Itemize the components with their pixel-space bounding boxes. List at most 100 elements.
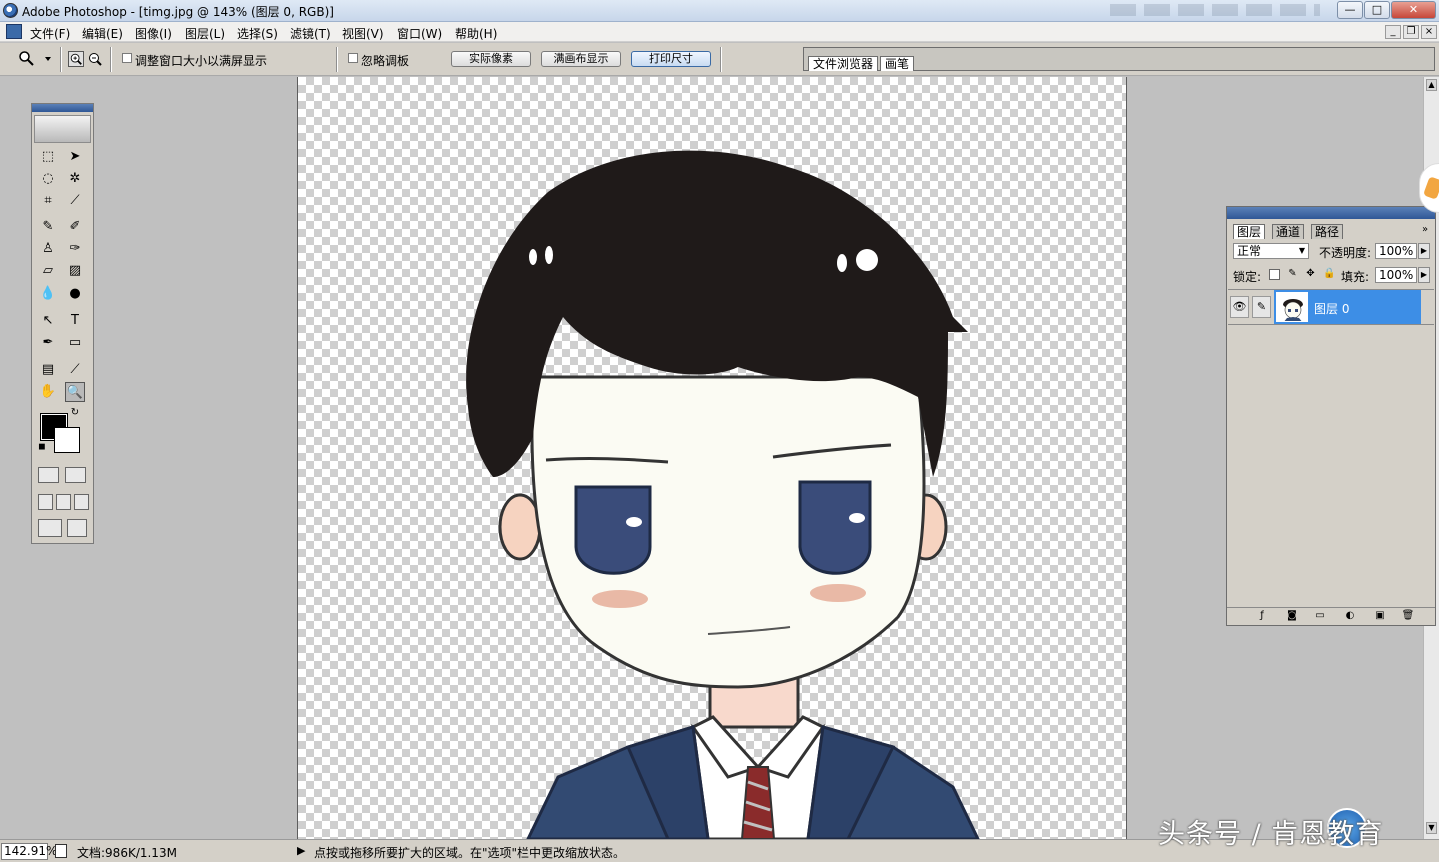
standard-mode-button[interactable] xyxy=(38,467,59,483)
opacity-slider-arrow-icon[interactable]: ▶ xyxy=(1418,243,1430,259)
layer-thumbnail[interactable] xyxy=(1276,292,1308,322)
zoom-level-input[interactable]: 142.91% xyxy=(1,843,57,860)
zoom-tool-icon[interactable] xyxy=(18,50,34,66)
layers-palette-title-bar[interactable] xyxy=(1227,207,1435,219)
menu-bar: 文件(F) 编辑(E) 图像(I) 图层(L) 选择(S) 滤镜(T) 视图(V… xyxy=(0,22,1439,42)
scroll-up-icon[interactable]: ▲ xyxy=(1426,79,1437,91)
move-tool-icon[interactable]: ➤ xyxy=(65,147,85,167)
print-size-button[interactable]: 打印尺寸 xyxy=(631,51,711,67)
healing-brush-tool-icon[interactable]: ✎ xyxy=(38,217,58,237)
brush-tool-icon[interactable]: ✐ xyxy=(65,217,85,237)
layers-palette: 图层 通道 路径 » 正常 ▼ 不透明度: 100% ▶ 锁定: ✎ ✥ 🔒 填充… xyxy=(1226,206,1436,626)
visibility-eye-icon[interactable]: 👁 xyxy=(1230,296,1249,318)
tool-preset-dropdown-icon[interactable] xyxy=(44,56,52,62)
menu-layer[interactable]: 图层(L) xyxy=(185,25,225,42)
status-menu-arrow-icon[interactable]: ▶ xyxy=(297,844,305,857)
new-set-icon[interactable]: ▭ xyxy=(1313,610,1327,623)
menu-view[interactable]: 视图(V) xyxy=(342,25,384,42)
zoom-tool-selected-icon[interactable]: 🔍 xyxy=(65,382,85,402)
menu-image[interactable]: 图像(I) xyxy=(135,25,172,42)
layer-style-icon[interactable]: ƒ xyxy=(1255,610,1269,623)
lock-pixels-icon[interactable]: ✎ xyxy=(1287,269,1298,280)
photoshop-app-icon xyxy=(3,3,18,18)
hand-tool-icon[interactable]: ✋ xyxy=(38,382,58,402)
maximize-button[interactable]: □ xyxy=(1364,1,1390,19)
document-info-icon[interactable] xyxy=(55,844,67,858)
menu-window[interactable]: 窗口(W) xyxy=(397,25,442,42)
menu-edit[interactable]: 编辑(E) xyxy=(82,25,123,42)
pen-tool-icon[interactable]: ✒ xyxy=(38,333,58,353)
fill-input[interactable]: 100% xyxy=(1375,267,1417,283)
palette-menu-icon[interactable]: » xyxy=(1422,224,1428,235)
jump-to-imageready-button[interactable] xyxy=(38,519,62,537)
history-brush-tool-icon[interactable]: ✑ xyxy=(65,239,85,259)
lock-all-icon[interactable]: 🔒 xyxy=(1323,269,1335,280)
adjustment-layer-icon[interactable]: ◐ xyxy=(1343,610,1357,623)
actual-pixels-button[interactable]: 实际像素 xyxy=(451,51,531,67)
marquee-tool-icon[interactable]: ⬚ xyxy=(38,147,58,167)
eyedropper-tool-icon[interactable]: ⟋ xyxy=(65,360,85,380)
tab-channels[interactable]: 通道 xyxy=(1272,224,1305,239)
delete-layer-icon[interactable]: 🗑 xyxy=(1401,610,1415,623)
close-button[interactable]: ✕ xyxy=(1391,1,1436,19)
dodge-tool-icon[interactable]: ● xyxy=(65,284,85,304)
clone-stamp-tool-icon[interactable]: ♙ xyxy=(38,239,58,259)
swap-colors-icon[interactable]: ↻ xyxy=(68,406,82,420)
resize-window-checkbox[interactable] xyxy=(122,53,132,63)
palette-well: 文件浏览器 画笔 xyxy=(803,47,1435,71)
document-canvas[interactable] xyxy=(297,77,1127,839)
menu-file[interactable]: 文件(F) xyxy=(30,25,70,42)
add-mask-icon[interactable]: ◙ xyxy=(1285,610,1299,623)
opacity-label: 不透明度: xyxy=(1319,246,1372,260)
eraser-tool-icon[interactable]: ▱ xyxy=(38,261,58,281)
title-bar: Adobe Photoshop - [timg.jpg @ 143% (图层 0… xyxy=(0,0,1439,22)
opacity-input[interactable]: 100% xyxy=(1375,243,1417,259)
toolbox-title-bar[interactable] xyxy=(32,104,93,112)
layer-row[interactable]: 👁 ✎ 图层 0 xyxy=(1228,289,1434,325)
menu-help[interactable]: 帮助(H) xyxy=(455,25,497,42)
zoom-in-icon[interactable] xyxy=(68,51,84,67)
document-icon[interactable] xyxy=(6,24,22,39)
type-tool-icon[interactable]: T xyxy=(65,311,85,331)
new-layer-icon[interactable]: ▣ xyxy=(1373,610,1387,623)
zoom-out-icon[interactable] xyxy=(87,51,103,67)
menu-select[interactable]: 选择(S) xyxy=(237,25,278,42)
document-size: 文档:986K/1.13M xyxy=(77,846,177,860)
fill-label: 填充: xyxy=(1341,270,1370,284)
tab-layers[interactable]: 图层 xyxy=(1233,224,1266,239)
blend-mode-select[interactable]: 正常 ▼ xyxy=(1233,243,1309,259)
screen-mode-standard-button[interactable] xyxy=(38,494,53,510)
quick-mask-mode-button[interactable] xyxy=(65,467,86,483)
ignore-palettes-checkbox[interactable] xyxy=(348,53,358,63)
minimize-button[interactable]: — xyxy=(1337,1,1363,19)
cartoon-man-illustration xyxy=(466,150,980,839)
adobe-online-logo[interactable] xyxy=(34,115,91,143)
rectangle-tool-icon[interactable]: ▭ xyxy=(65,333,85,353)
fit-on-screen-button[interactable]: 满画布显示 xyxy=(541,51,621,67)
doc-minimize-button[interactable]: _ xyxy=(1385,25,1401,39)
default-colors-icon[interactable]: ◼ xyxy=(36,441,48,453)
lock-position-icon[interactable]: ✥ xyxy=(1305,269,1316,280)
crop-tool-icon[interactable]: ⌗ xyxy=(38,191,58,211)
tab-file-browser[interactable]: 文件浏览器 xyxy=(808,56,879,71)
layer-brush-icon[interactable]: ✎ xyxy=(1252,296,1271,318)
background-color-swatch[interactable] xyxy=(54,427,80,453)
lock-transparency-icon[interactable] xyxy=(1269,269,1280,280)
tab-brushes[interactable]: 画笔 xyxy=(880,56,915,71)
imageready-icon[interactable] xyxy=(67,519,87,537)
gradient-tool-icon[interactable]: ▨ xyxy=(65,261,85,281)
menu-filter[interactable]: 滤镜(T) xyxy=(290,25,331,42)
path-selection-tool-icon[interactable]: ↖ xyxy=(38,311,58,331)
doc-restore-button[interactable]: ❐ xyxy=(1403,25,1419,39)
magic-wand-tool-icon[interactable]: ✲ xyxy=(65,169,85,189)
notes-tool-icon[interactable]: ▤ xyxy=(38,360,58,380)
doc-close-button[interactable]: × xyxy=(1421,25,1437,39)
fill-slider-arrow-icon[interactable]: ▶ xyxy=(1418,267,1430,283)
tab-paths[interactable]: 路径 xyxy=(1311,224,1344,239)
scroll-down-icon[interactable]: ▼ xyxy=(1426,822,1437,834)
blur-tool-icon[interactable]: 💧 xyxy=(38,284,58,304)
screen-mode-full-menu-button[interactable] xyxy=(56,494,71,510)
slice-tool-icon[interactable]: ⟋ xyxy=(65,191,85,211)
lasso-tool-icon[interactable]: ◌ xyxy=(38,169,58,189)
screen-mode-full-button[interactable] xyxy=(74,494,89,510)
